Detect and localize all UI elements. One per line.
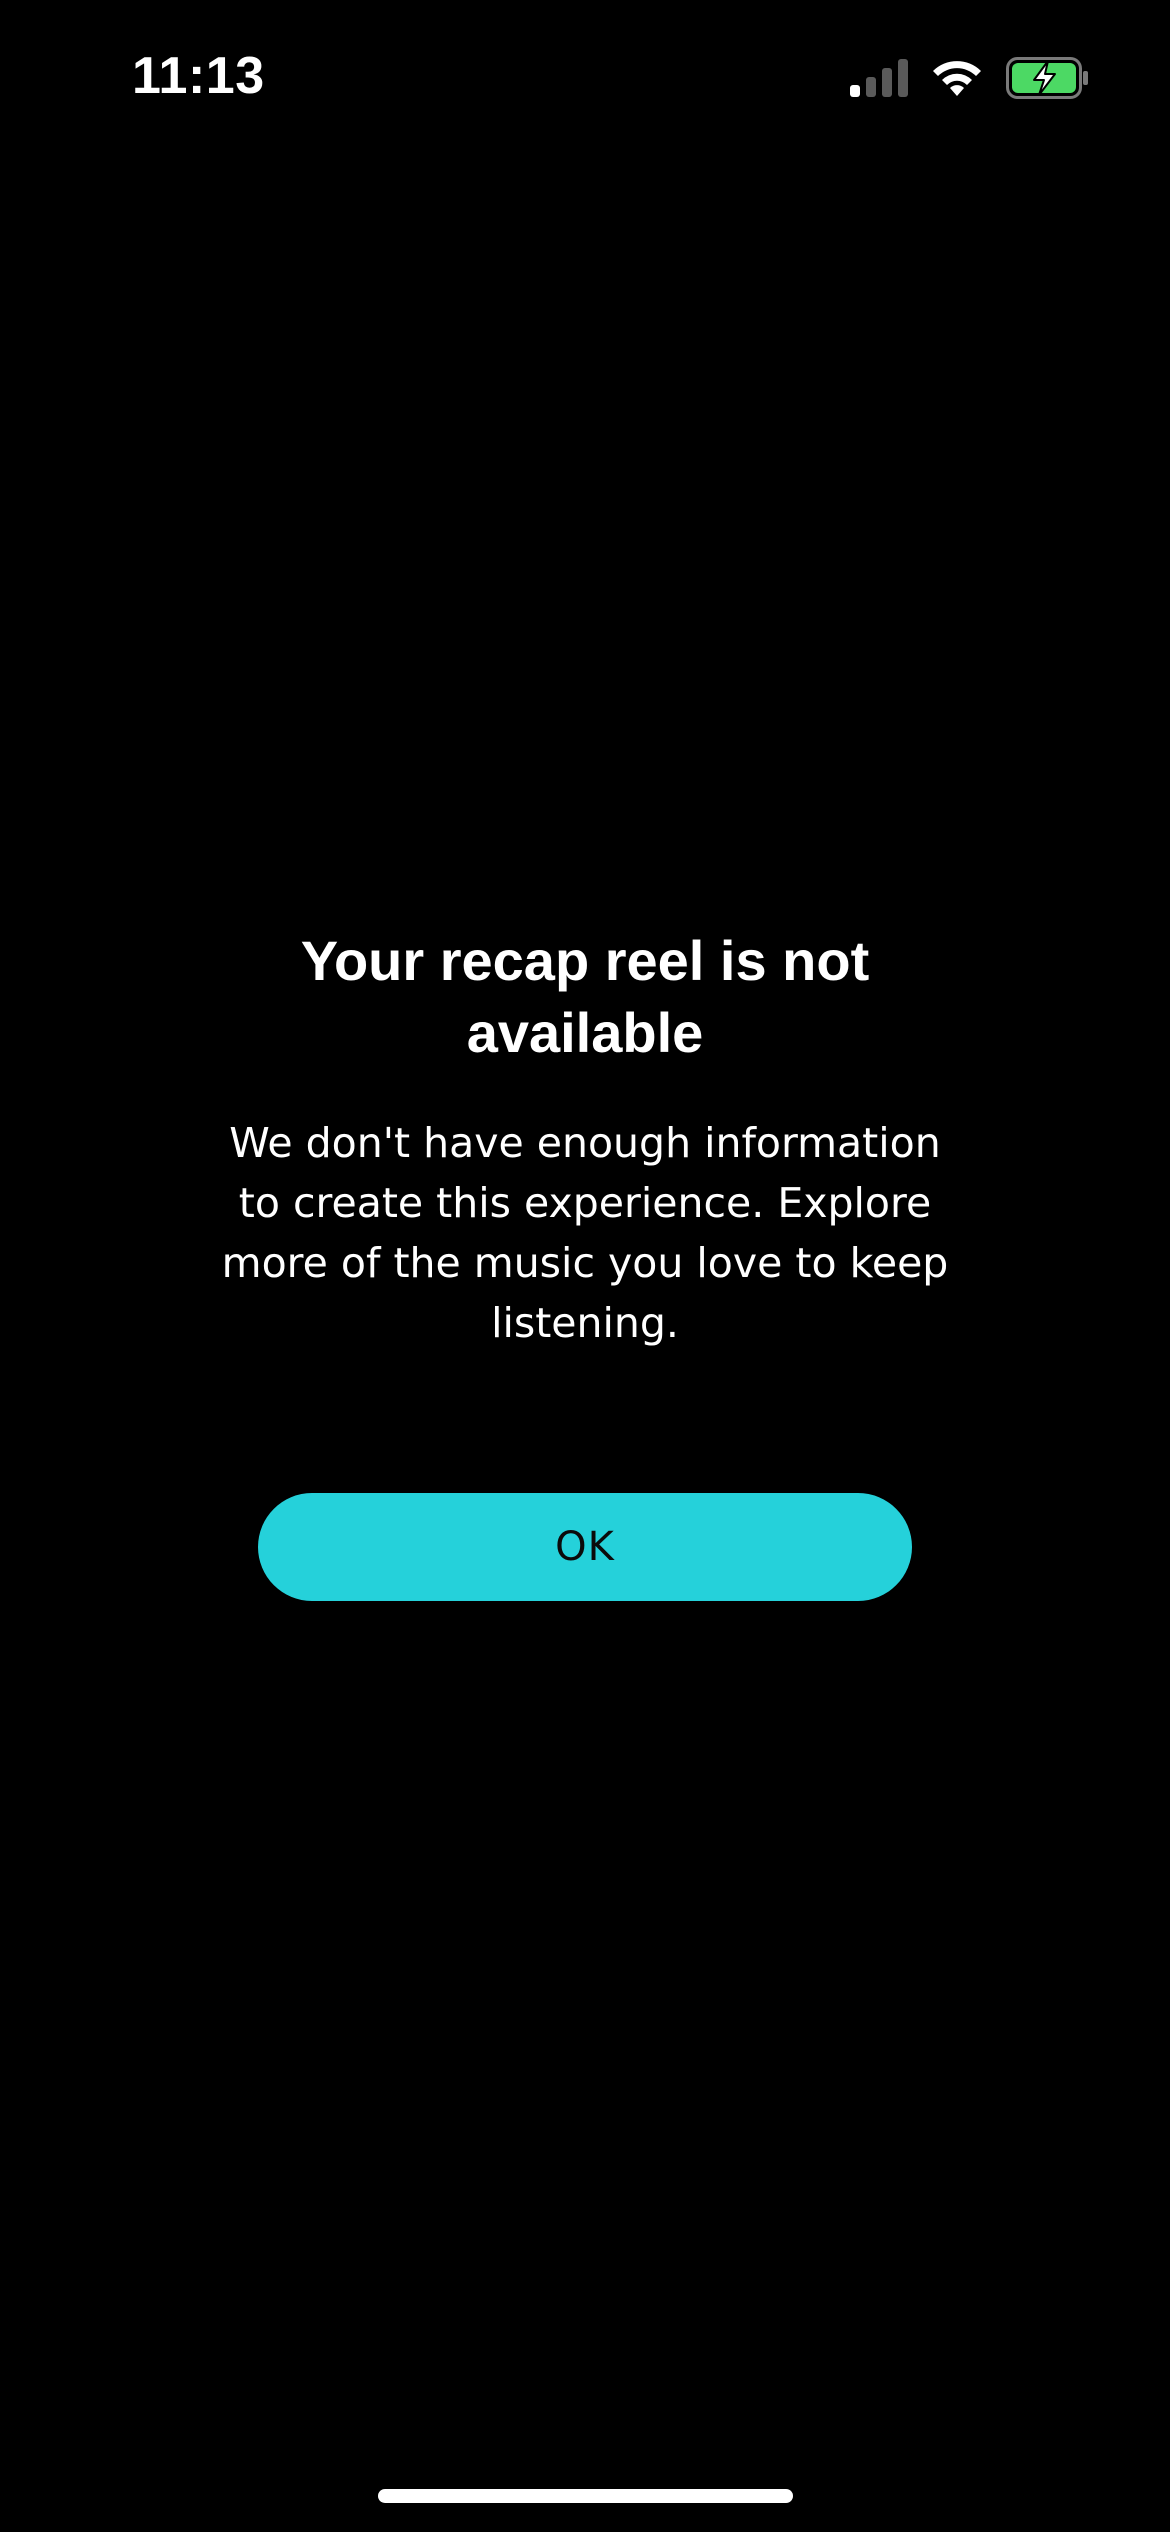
dialog-title: Your recap reel is not available: [300, 929, 870, 1064]
unavailable-dialog: Your recap reel is not available We don'…: [0, 925, 1170, 1353]
cellular-signal-icon: [850, 59, 908, 97]
status-bar: 11:13: [0, 0, 1170, 150]
dialog-message: We don't have enough information to crea…: [221, 1119, 949, 1347]
home-indicator[interactable]: [378, 2489, 793, 2503]
status-time: 11:13: [132, 47, 265, 105]
wifi-icon: [930, 58, 984, 98]
battery-charging-icon: [1006, 57, 1090, 99]
ok-button-label: OK: [555, 1524, 615, 1570]
ok-button[interactable]: OK: [258, 1493, 912, 1601]
status-icons: [850, 56, 1090, 100]
